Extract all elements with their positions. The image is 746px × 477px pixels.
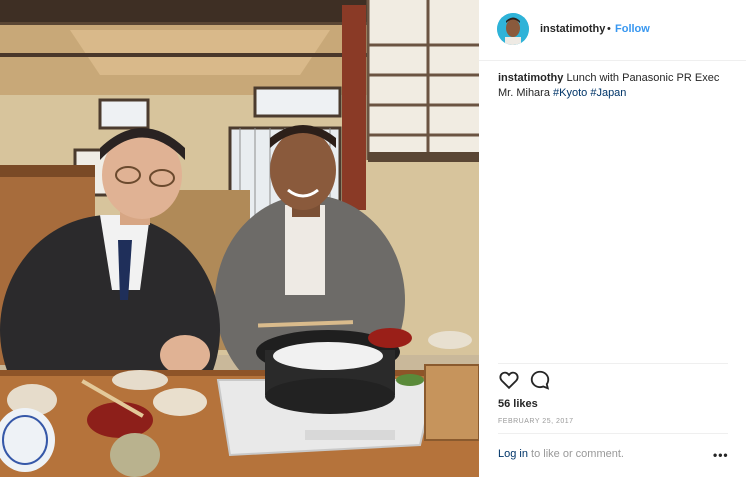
post-date: FEBRUARY 25, 2017 — [498, 418, 574, 425]
author-username[interactable]: instatimothy — [540, 23, 605, 35]
comment-divider — [498, 433, 728, 434]
comment-bubble-icon[interactable] — [529, 369, 551, 391]
follow-button[interactable]: Follow — [615, 23, 650, 35]
post-photo[interactable] — [0, 0, 479, 477]
heart-icon[interactable] — [498, 369, 520, 391]
likes-count[interactable]: 56 likes — [498, 398, 538, 410]
user-avatar-icon — [497, 13, 529, 45]
post-header: instatimothy • Follow — [479, 0, 746, 61]
more-options-icon[interactable]: ••• — [713, 448, 729, 462]
header-separator: • — [607, 23, 611, 35]
login-link[interactable]: Log in — [498, 448, 528, 460]
avatar[interactable] — [497, 13, 529, 45]
instagram-post: instatimothy • Follow instatimothy Lunch… — [0, 0, 746, 477]
actions-divider — [498, 363, 728, 364]
photo-restaurant-lunch — [0, 0, 479, 477]
post-caption: instatimothy Lunch with Panasonic PR Exe… — [498, 71, 733, 101]
hashtag-japan[interactable]: #Japan — [590, 87, 626, 99]
post-sidebar: instatimothy • Follow instatimothy Lunch… — [479, 0, 746, 477]
hashtag-kyoto[interactable]: #Kyoto — [553, 87, 587, 99]
caption-username[interactable]: instatimothy — [498, 72, 563, 84]
comment-prompt: Log in to like or comment. — [498, 448, 624, 460]
comment-prompt-text: to like or comment. — [527, 448, 624, 460]
